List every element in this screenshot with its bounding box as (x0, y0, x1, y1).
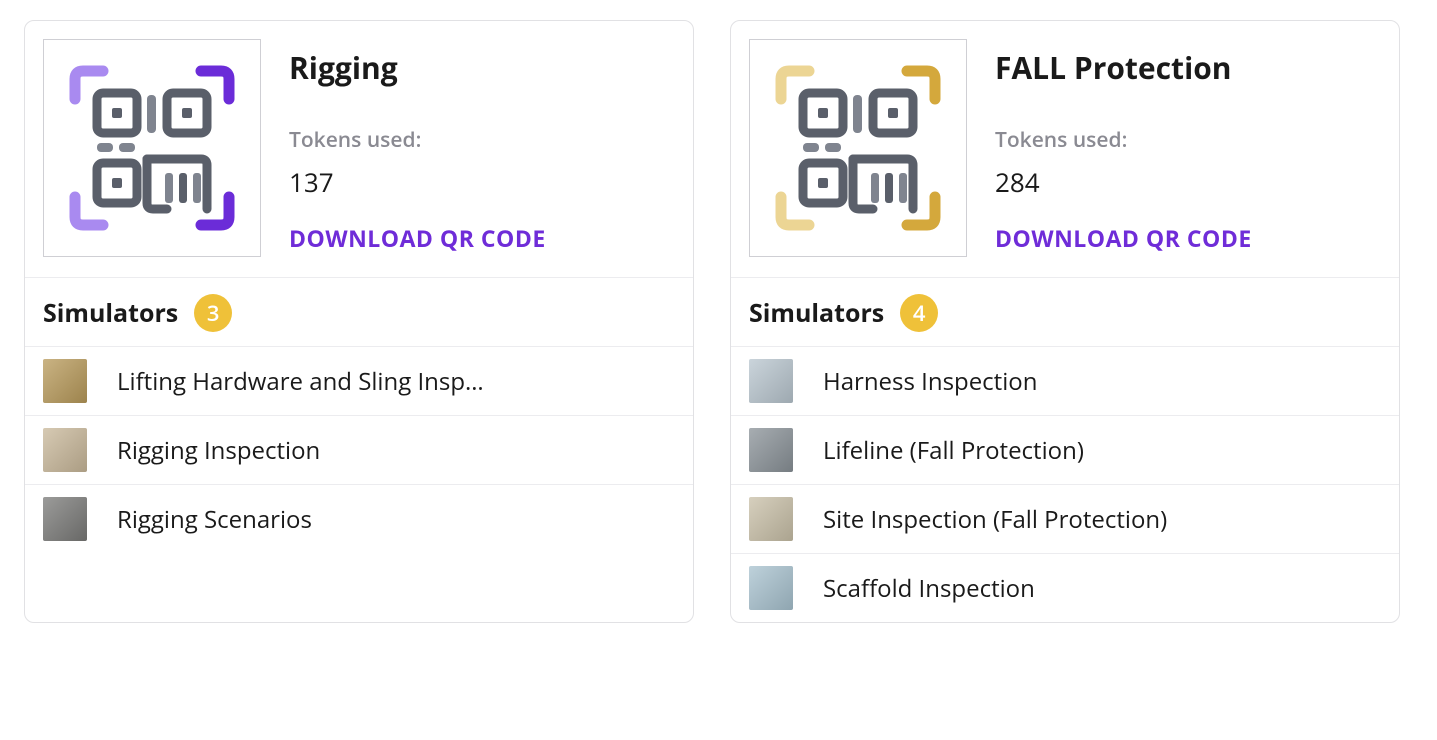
simulator-row[interactable]: Rigging Scenarios (25, 484, 693, 553)
simulators-header: Simulators 4 (731, 278, 1399, 346)
card-header-info: Rigging Tokens used: 137 DOWNLOAD QR CODE (289, 39, 546, 257)
simulator-thumbnail (43, 497, 87, 541)
training-card: Rigging Tokens used: 137 DOWNLOAD QR CODE Si… (24, 20, 694, 623)
simulator-thumbnail (749, 566, 793, 610)
simulator-name: Lifeline (Fall Protection) (823, 434, 1084, 467)
tokens-used-value: 137 (289, 164, 546, 200)
tokens-used-label: Tokens used: (289, 126, 546, 154)
simulator-thumbnail (749, 359, 793, 403)
card-header-info: FALL Protection Tokens used: 284 DOWNLOAD Q… (995, 39, 1252, 257)
simulators-header: Simulators 3 (25, 278, 693, 346)
simulators-label: Simulators (43, 296, 178, 330)
simulator-thumbnail (43, 428, 87, 472)
card-title: FALL Protection (995, 47, 1252, 88)
simulator-name: Scaffold Inspection (823, 572, 1035, 605)
simulator-row[interactable]: Rigging Inspection (25, 415, 693, 484)
simulator-row[interactable]: Scaffold Inspection (731, 553, 1399, 622)
simulator-row[interactable]: Harness Inspection (731, 346, 1399, 415)
tokens-used-value: 284 (995, 164, 1252, 200)
card-title: Rigging (289, 47, 546, 88)
card-header: Rigging Tokens used: 137 DOWNLOAD QR CODE (25, 21, 693, 278)
simulator-name: Harness Inspection (823, 365, 1037, 398)
simulator-row[interactable]: Lifting Hardware and Sling Insp… (25, 346, 693, 415)
download-qr-button[interactable]: DOWNLOAD QR CODE (289, 222, 546, 254)
simulator-thumbnail (749, 497, 793, 541)
simulator-count-badge: 4 (900, 294, 938, 332)
simulator-list: Harness Inspection Lifeline (Fall Protect… (731, 346, 1399, 622)
simulator-name: Lifting Hardware and Sling Insp… (117, 365, 484, 398)
simulator-row[interactable]: Site Inspection (Fall Protection) (731, 484, 1399, 553)
card-header: FALL Protection Tokens used: 284 DOWNLOAD Q… (731, 21, 1399, 278)
qr-code-icon (749, 39, 967, 257)
simulator-name: Site Inspection (Fall Protection) (823, 503, 1167, 536)
simulator-count-badge: 3 (194, 294, 232, 332)
simulator-name: Rigging Inspection (117, 434, 320, 467)
training-card: FALL Protection Tokens used: 284 DOWNLOAD Q… (730, 20, 1400, 623)
simulator-row[interactable]: Lifeline (Fall Protection) (731, 415, 1399, 484)
tokens-used-label: Tokens used: (995, 126, 1252, 154)
simulator-name: Rigging Scenarios (117, 503, 312, 536)
simulator-thumbnail (43, 359, 87, 403)
download-qr-button[interactable]: DOWNLOAD QR CODE (995, 222, 1252, 254)
simulators-label: Simulators (749, 296, 884, 330)
simulator-list: Lifting Hardware and Sling Insp… Rigging … (25, 346, 693, 553)
simulator-thumbnail (749, 428, 793, 472)
qr-code-icon (43, 39, 261, 257)
